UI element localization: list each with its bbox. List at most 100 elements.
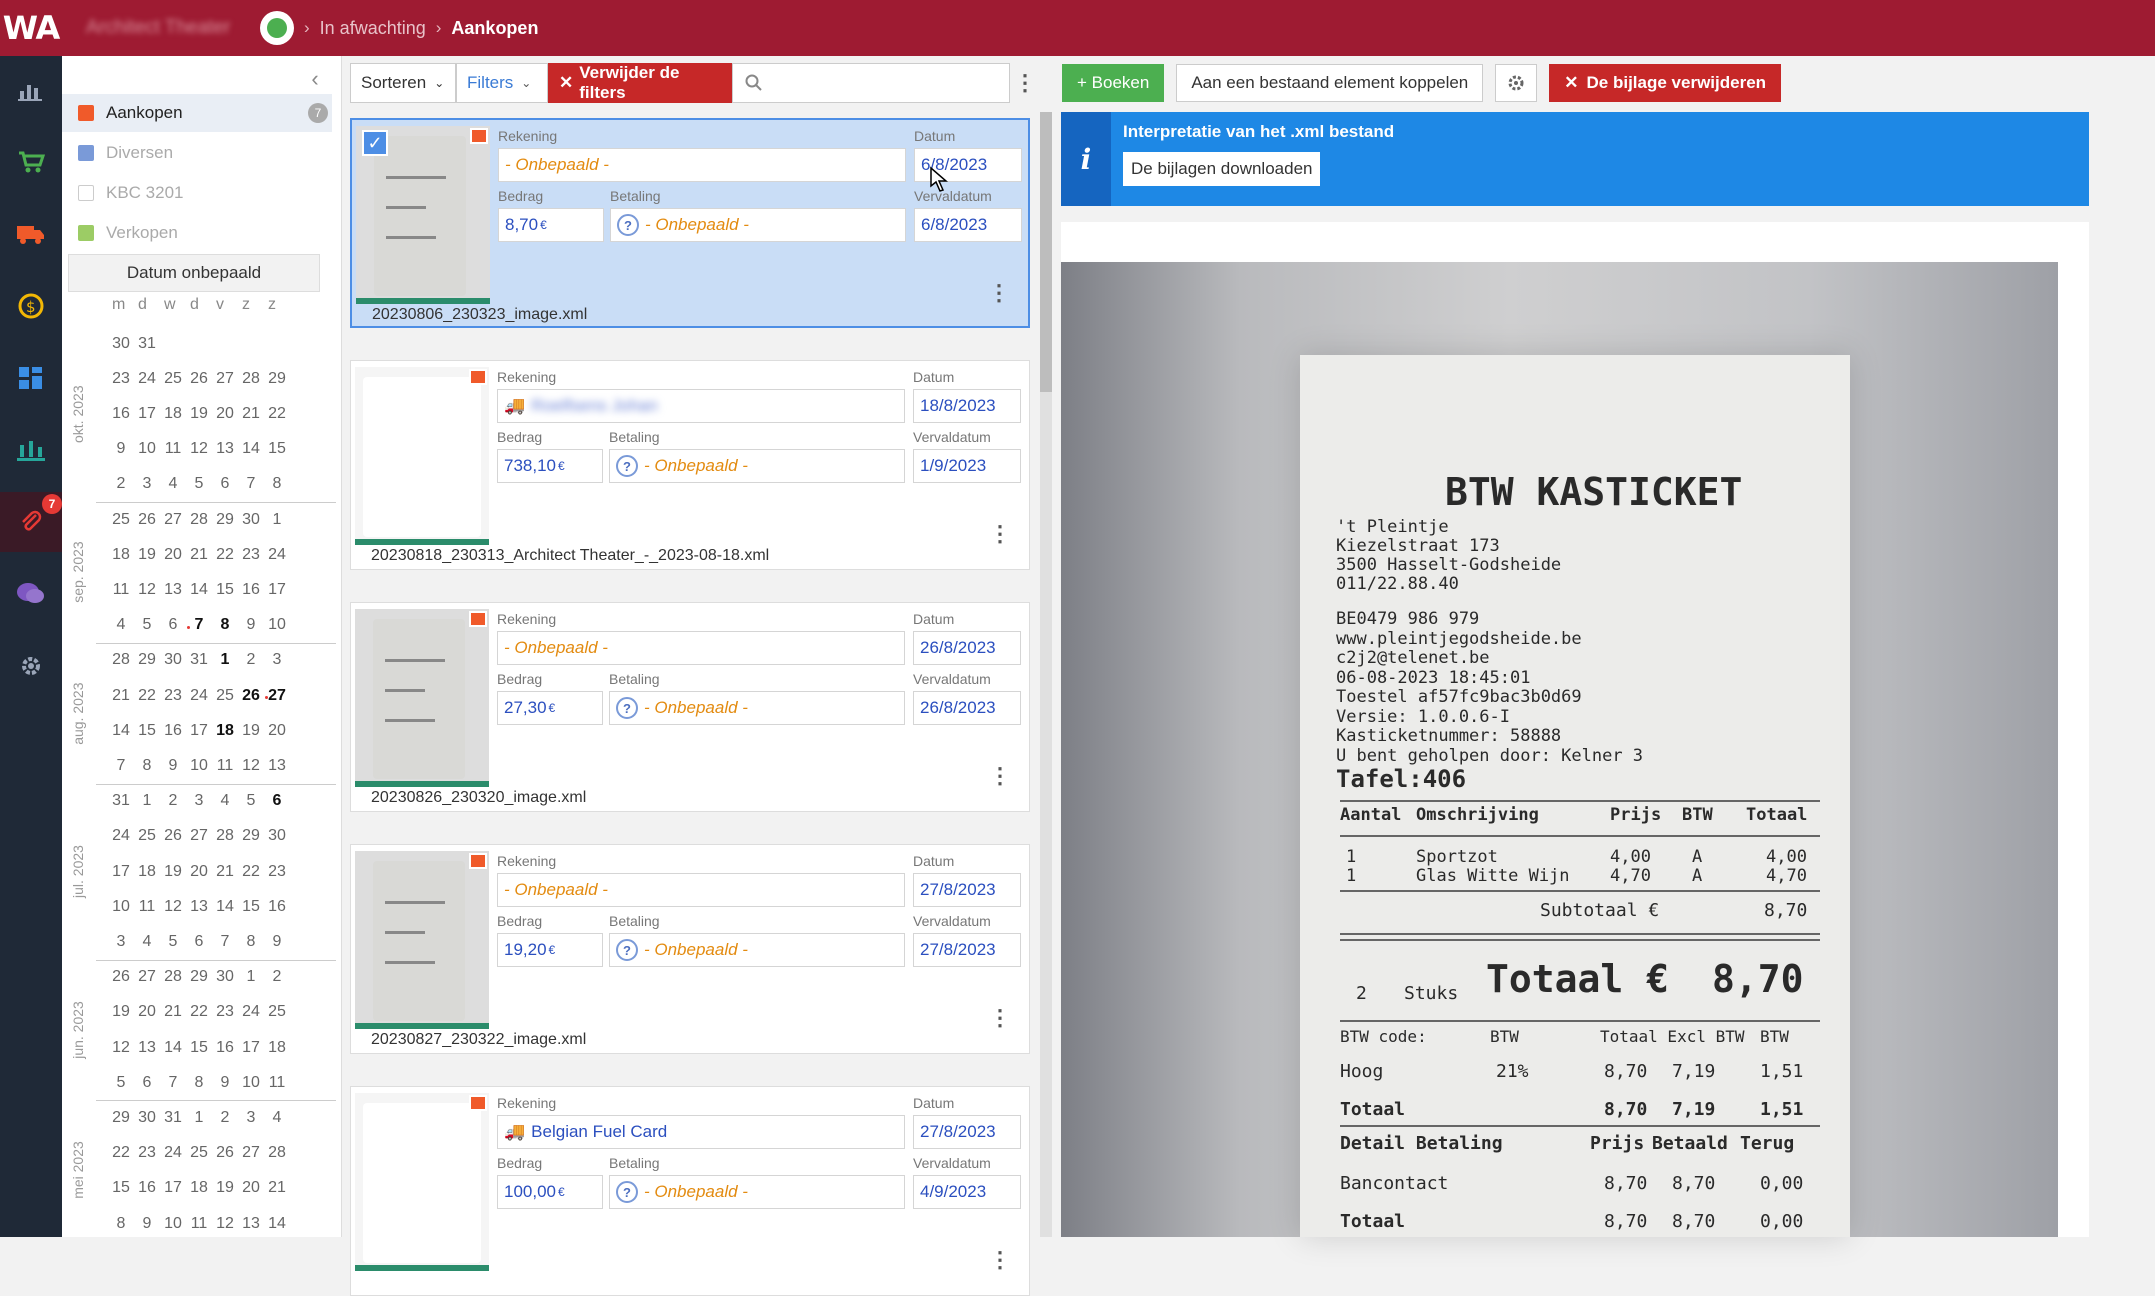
calendar-day[interactable]: 21 (260, 1171, 294, 1206)
attachment-card[interactable]: ✓ Rekening Datum - Onbepaald - 6/8/2023 Bedra… (350, 118, 1030, 328)
attachment-card[interactable]: Rekening Datum - Onbepaald - 27/8/2023 Bedra… (350, 844, 1030, 1054)
calendar-day[interactable]: 28 (260, 1136, 294, 1171)
journal-aankopen[interactable]: Aankopen 7 (62, 94, 332, 132)
calendar-day[interactable]: 24 (260, 537, 294, 572)
remove-filters-button[interactable]: ✕ Verwijder de filters (548, 63, 732, 103)
amount-field[interactable]: 738,10 € (497, 449, 603, 483)
due-date-field[interactable]: 4/9/2023 (913, 1175, 1021, 1209)
calendar-day[interactable]: 18 (260, 1030, 294, 1065)
account-field[interactable]: 🚚 Belgian Fuel Card (497, 1115, 905, 1149)
calendar-day[interactable]: 4 (260, 1100, 294, 1135)
settings-gear-icon[interactable] (1495, 64, 1538, 102)
calendar-day[interactable]: 10 (260, 608, 294, 643)
calendar-day[interactable]: 1 (260, 502, 294, 537)
date-field[interactable]: 18/8/2023 (913, 389, 1021, 423)
date-field[interactable]: 27/8/2023 (913, 1115, 1021, 1149)
account-field[interactable]: 🚚 Roelfsens Johan (497, 389, 905, 423)
due-date-field[interactable]: 6/8/2023 (914, 208, 1022, 242)
attachment-icon[interactable]: 7 (0, 492, 62, 552)
delete-attachment-button[interactable]: ✕ De bijlage verwijderen (1549, 64, 1782, 102)
sort-button[interactable]: Sorteren ⌄ (350, 63, 456, 103)
calendar-day[interactable]: 31 (130, 326, 164, 361)
journal-kbc[interactable]: KBC 3201 (62, 174, 332, 212)
gear-icon[interactable] (0, 636, 62, 696)
payment-label: Betaling (609, 429, 660, 445)
calendar-day[interactable]: 30 (260, 819, 294, 854)
cart-icon[interactable] (0, 132, 62, 192)
search-input[interactable] (732, 63, 1010, 103)
receipt-meta-line: U bent geholpen door: Kelner 3 (1336, 745, 1644, 766)
attachment-thumbnail[interactable] (355, 609, 489, 787)
account-field[interactable]: - Onbepaald - (497, 631, 905, 665)
attachment-card[interactable]: Rekening Datum 🚚 Roelfsens Johan 18/8/2023 Be… (350, 360, 1030, 570)
attachment-thumbnail[interactable] (355, 367, 489, 545)
amount-field[interactable]: 27,30 € (497, 691, 603, 725)
due-date-field[interactable]: 1/9/2023 (913, 449, 1021, 483)
account-label: Rekening (497, 853, 557, 869)
due-date-field[interactable]: 26/8/2023 (913, 691, 1021, 725)
payment-field[interactable]: ? - Onbepaald - (610, 208, 906, 242)
attachment-card[interactable]: Rekening Datum 🚚 Belgian Fuel Card 27/8/2023… (350, 1086, 1030, 1296)
calendar-day[interactable]: 13 (260, 748, 294, 783)
payment-field[interactable]: ? - Onbepaald - (609, 449, 905, 483)
calendar-day[interactable]: 3 (260, 643, 294, 678)
calendar-day[interactable]: 17 (260, 572, 294, 607)
filters-button[interactable]: Filters ⌄ (456, 63, 548, 103)
journal-diversen[interactable]: Diversen (62, 134, 332, 172)
card-more-options-icon[interactable]: ⋮ (989, 763, 1011, 789)
date-field[interactable]: 27/8/2023 (913, 873, 1021, 907)
breadcrumb-pending[interactable]: In afwachting (320, 18, 426, 39)
book-button[interactable]: + Boeken (1062, 64, 1165, 102)
calendar-day[interactable]: 23 (260, 854, 294, 889)
account-field[interactable]: - Onbepaald - (497, 873, 905, 907)
download-attachments-button[interactable]: De bijlagen downloaden (1123, 152, 1321, 186)
dashboard-icon[interactable] (0, 348, 62, 408)
calendar-day[interactable]: 27 (260, 678, 294, 713)
calendar-day[interactable]: 20 (260, 713, 294, 748)
calendar-day[interactable]: 9 (260, 924, 294, 959)
calendar-day[interactable]: 14 (260, 1206, 294, 1241)
journal-verkopen[interactable]: Verkopen (62, 214, 332, 252)
payment-field[interactable]: ? - Onbepaald - (609, 933, 905, 967)
payment-value: - Onbepaald - (645, 215, 749, 234)
attachment-thumbnail[interactable] (355, 851, 489, 1029)
calendar-day[interactable]: 16 (260, 889, 294, 924)
app-logo[interactable]: WA (0, 0, 62, 56)
payment-field[interactable]: ? - Onbepaald - (609, 691, 905, 725)
bank-icon[interactable] (0, 420, 62, 480)
checkbox-checked-icon[interactable]: ✓ (362, 130, 388, 156)
calendar-day[interactable]: 11 (260, 1065, 294, 1100)
calendar-day[interactable]: 8 (260, 467, 294, 502)
account-field[interactable]: - Onbepaald - (498, 148, 906, 182)
attachment-thumbnail[interactable]: ✓ (356, 126, 490, 304)
amount-field[interactable]: 19,20 € (497, 933, 603, 967)
card-more-options-icon[interactable]: ⋮ (989, 1247, 1011, 1273)
payment-field[interactable]: ? - Onbepaald - (609, 1175, 905, 1209)
calendar-day[interactable]: 22 (260, 396, 294, 431)
more-options-icon[interactable]: ⋮ (1010, 70, 1040, 96)
amount-field[interactable]: 8,70 € (498, 208, 604, 242)
attachment-card[interactable]: Rekening Datum - Onbepaald - 26/8/2023 Bedra… (350, 602, 1030, 812)
calendar-day[interactable]: 15 (260, 432, 294, 467)
calendar-day[interactable]: 2 (260, 960, 294, 995)
date-undefined-button[interactable]: Datum onbepaald (68, 254, 320, 292)
company-name[interactable]: Architect Theater (86, 17, 246, 39)
calendar-day[interactable]: 6 (260, 784, 294, 819)
card-more-options-icon[interactable]: ⋮ (989, 1005, 1011, 1031)
card-more-options-icon[interactable]: ⋮ (989, 521, 1011, 547)
chat-icon[interactable] (0, 564, 62, 624)
list-scrollbar-thumb[interactable] (1040, 112, 1052, 392)
due-date-field[interactable]: 27/8/2023 (913, 933, 1021, 967)
chart-icon[interactable] (0, 60, 62, 120)
coin-icon[interactable]: $ (0, 276, 62, 336)
calendar-day[interactable]: 29 (260, 361, 294, 396)
attachment-thumbnail[interactable] (355, 1093, 489, 1271)
collapse-sidebar-icon[interactable]: ‹ (300, 64, 330, 94)
calendar-day[interactable]: 25 (260, 995, 294, 1030)
link-existing-button[interactable]: Aan een bestaand element koppelen (1176, 64, 1484, 102)
date-field[interactable]: 26/8/2023 (913, 631, 1021, 665)
amount-field[interactable]: 100,00 € (497, 1175, 603, 1209)
company-status-icon[interactable] (260, 11, 294, 45)
truck-icon[interactable] (0, 204, 62, 264)
card-more-options-icon[interactable]: ⋮ (988, 280, 1010, 306)
